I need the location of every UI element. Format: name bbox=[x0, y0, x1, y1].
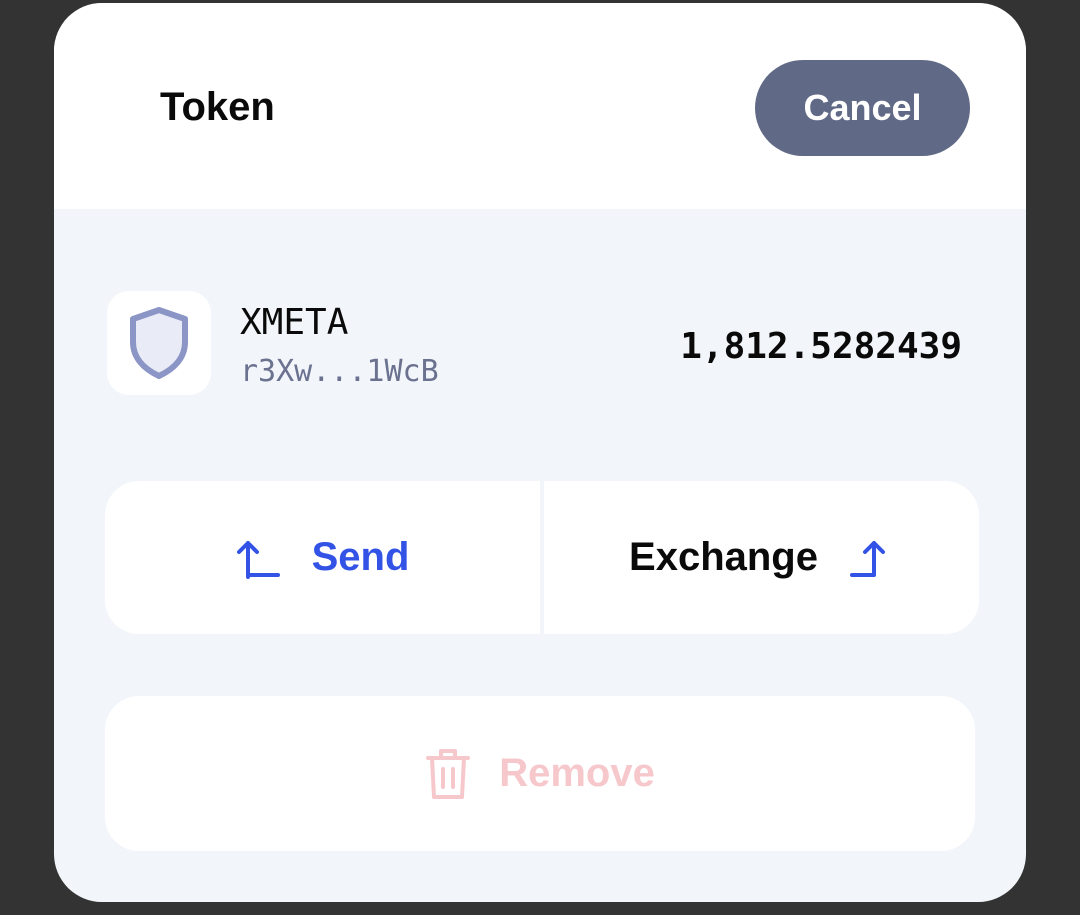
token-logo bbox=[107, 291, 211, 395]
modal-header: Token Cancel bbox=[54, 3, 1026, 209]
cancel-button[interactable]: Cancel bbox=[755, 60, 970, 156]
remove-button[interactable]: Remove bbox=[105, 696, 975, 851]
shield-icon bbox=[130, 307, 188, 379]
arrow-up-right-icon bbox=[848, 535, 894, 581]
token-modal: Token Cancel XMETA r3Xw...1WcB 1,812.528… bbox=[54, 3, 1026, 902]
token-info-row: XMETA r3Xw...1WcB 1,812.5282439 bbox=[54, 209, 1026, 449]
exchange-label: Exchange bbox=[629, 535, 818, 579]
token-balance: 1,812.5282439 bbox=[680, 326, 962, 367]
remove-label: Remove bbox=[499, 751, 655, 795]
action-card: Send Exchange bbox=[105, 481, 979, 634]
send-button[interactable]: Send bbox=[105, 481, 540, 634]
token-symbol: XMETA bbox=[240, 302, 349, 343]
page-title: Token bbox=[160, 85, 275, 129]
trash-icon bbox=[425, 747, 471, 801]
token-address: r3Xw...1WcB bbox=[240, 354, 439, 389]
exchange-button[interactable]: Exchange bbox=[544, 481, 979, 634]
send-label: Send bbox=[311, 535, 410, 579]
arrow-up-left-icon bbox=[236, 535, 282, 581]
